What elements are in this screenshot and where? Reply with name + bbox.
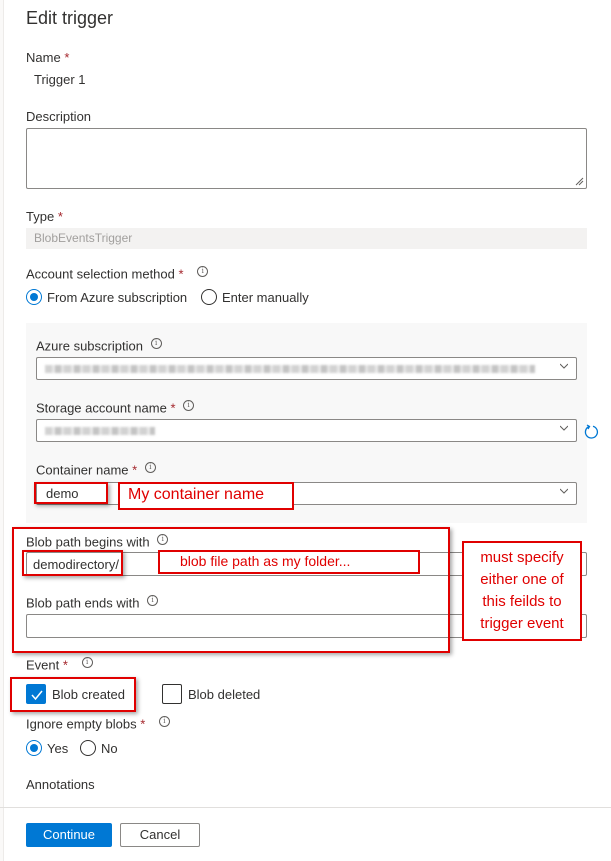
info-icon[interactable]: i (81, 657, 93, 668)
radio-enter-manually[interactable]: Enter manually (201, 289, 309, 305)
checkbox-unchecked-icon[interactable] (162, 684, 182, 704)
azure-subscription-label-text: Azure subscription (36, 338, 143, 354)
radio-ignore-empty-no[interactable]: No (80, 740, 118, 756)
chevron-down-icon (560, 363, 568, 369)
chevron-down-icon (560, 425, 568, 431)
radio-label: Enter manually (222, 289, 309, 305)
redacted-value (45, 427, 155, 435)
annotation-line: either one of (480, 571, 564, 588)
info-icon[interactable]: i (144, 462, 156, 473)
event-label-text: Event (26, 657, 60, 673)
redacted-value (45, 365, 535, 373)
radio-ignore-empty-yes[interactable]: Yes (26, 740, 68, 756)
azure-subscription-label: Azure subscription i (36, 338, 162, 353)
required-marker: * (132, 462, 138, 478)
annotation-box-blob-paths (12, 527, 450, 653)
storage-account-label: Storage account name * i (36, 400, 195, 416)
info-icon[interactable]: i (197, 266, 209, 277)
annotation-text-container: My container name (128, 486, 265, 503)
name-label-text: Name (26, 50, 61, 65)
required-marker: * (140, 716, 146, 732)
storage-account-dropdown[interactable] (36, 419, 577, 442)
continue-button[interactable]: Continue (26, 823, 112, 847)
panel-title: Edit trigger (26, 8, 114, 28)
name-value: Trigger 1 (34, 72, 86, 87)
ignore-empty-label-text: Ignore empty blobs (26, 716, 137, 732)
radio-from-azure-subscription[interactable]: From Azure subscription (26, 289, 187, 305)
info-icon[interactable]: i (183, 400, 195, 411)
radio-label: No (101, 740, 118, 756)
refresh-icon[interactable] (584, 424, 600, 440)
required-marker: * (62, 657, 68, 673)
checkbox-blob-deleted[interactable]: Blob deleted (162, 684, 260, 704)
required-marker: * (170, 400, 176, 416)
annotations-section-label[interactable]: Annotations (26, 777, 95, 792)
radio-selected-icon[interactable] (26, 740, 42, 756)
footer-divider (0, 807, 611, 808)
radio-label: Yes (47, 740, 69, 756)
annotation-line: trigger event (480, 615, 564, 632)
type-label: Type * (26, 209, 63, 224)
info-icon[interactable]: i (150, 338, 162, 349)
container-name-label-text: Container name (36, 462, 129, 478)
annotation-line: must specify (480, 549, 564, 566)
annotation-box-container-value (34, 482, 108, 504)
account-selection-label-text: Account selection method (26, 266, 175, 282)
azure-subscription-dropdown[interactable] (36, 357, 577, 380)
ignore-empty-label: Ignore empty blobs * i (26, 716, 170, 731)
event-label: Event * i (26, 657, 93, 672)
checkbox-label: Blob deleted (188, 686, 261, 702)
radio-selected-icon[interactable] (26, 289, 42, 305)
account-selection-label: Account selection method * i (26, 266, 209, 282)
left-edge-divider (0, 0, 4, 861)
required-marker: * (178, 266, 184, 282)
required-marker: * (57, 209, 63, 224)
info-icon[interactable]: i (158, 716, 170, 727)
radio-label: From Azure subscription (47, 289, 188, 305)
cancel-button[interactable]: Cancel (120, 823, 200, 847)
required-marker: * (64, 50, 70, 65)
description-textarea[interactable] (26, 128, 587, 189)
name-label: Name * (26, 50, 69, 65)
description-label: Description (26, 109, 92, 124)
type-field: BlobEventsTrigger (26, 228, 587, 249)
annotation-text-must-specify: must specify either one of this feilds t… (462, 547, 582, 635)
annotation-box-blob-created (10, 677, 136, 712)
container-name-label: Container name * i (36, 462, 156, 477)
chevron-down-icon (560, 488, 568, 494)
radio-unselected-icon[interactable] (80, 740, 96, 756)
radio-unselected-icon[interactable] (201, 289, 217, 305)
type-label-text: Type (26, 209, 55, 224)
resize-grip-icon[interactable] (575, 177, 584, 186)
annotation-line: this feilds to (482, 593, 562, 610)
storage-account-label-text: Storage account name (36, 400, 167, 416)
